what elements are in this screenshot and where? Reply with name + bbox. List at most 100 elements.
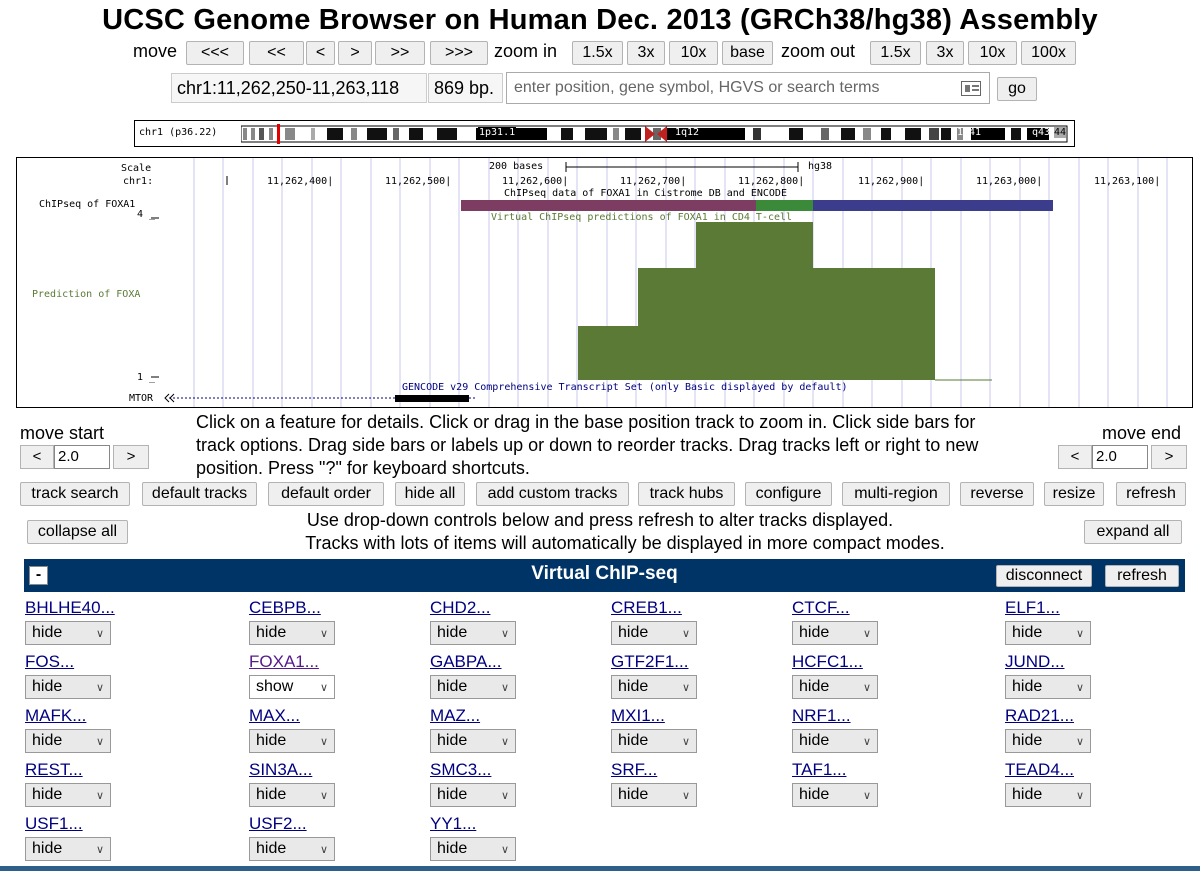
zoom-in-3x-button[interactable]: 3x bbox=[627, 41, 665, 65]
hide-all-button[interactable]: hide all bbox=[395, 482, 465, 506]
add-custom-tracks-button[interactable]: add custom tracks bbox=[476, 482, 629, 506]
track-link[interactable]: REST... bbox=[25, 760, 83, 780]
move-start-right-button[interactable]: > bbox=[113, 445, 149, 469]
track-visibility-select[interactable]: hide ∨ bbox=[611, 729, 697, 753]
refresh-button[interactable]: refresh bbox=[1116, 482, 1186, 506]
expand-all-button[interactable]: expand all bbox=[1084, 520, 1182, 544]
contact-card-icon[interactable] bbox=[961, 81, 981, 96]
move-left-mid-button[interactable]: << bbox=[249, 41, 304, 65]
track-visibility-select[interactable]: hide ∨ bbox=[430, 783, 516, 807]
zoom-in-10x-button[interactable]: 10x bbox=[669, 41, 718, 65]
move-end-input[interactable]: 2.0 bbox=[1092, 445, 1148, 469]
chipseq-track-label[interactable]: ChIPseq of FOXA1 bbox=[39, 199, 135, 210]
track-link[interactable]: CEBPB... bbox=[249, 598, 321, 618]
move-left-far-button[interactable]: <<< bbox=[186, 41, 244, 65]
track-link[interactable]: RAD21... bbox=[1005, 706, 1074, 726]
track-visibility-select[interactable]: hide ∨ bbox=[792, 783, 878, 807]
track-visibility-select[interactable]: hide ∨ bbox=[611, 783, 697, 807]
zoom-out-100x-button[interactable]: 100x bbox=[1021, 41, 1076, 65]
default-order-button[interactable]: default order bbox=[268, 482, 384, 506]
track-visibility-select[interactable]: hide ∨ bbox=[1005, 729, 1091, 753]
track-visibility-select[interactable]: hide ∨ bbox=[25, 783, 111, 807]
track-visibility-select[interactable]: hide ∨ bbox=[792, 621, 878, 645]
track-link[interactable]: MAX... bbox=[249, 706, 300, 726]
resize-button[interactable]: resize bbox=[1044, 482, 1104, 506]
gene-label-mtor[interactable]: MTOR bbox=[129, 393, 153, 404]
track-search-button[interactable]: track search bbox=[20, 482, 130, 506]
track-link[interactable]: CHD2... bbox=[430, 598, 490, 618]
move-left-button[interactable]: < bbox=[306, 41, 335, 65]
track-link[interactable]: JUND... bbox=[1005, 652, 1065, 672]
track-link[interactable]: USF2... bbox=[249, 814, 307, 834]
track-link[interactable]: SIN3A... bbox=[249, 760, 312, 780]
track-visibility-select[interactable]: hide ∨ bbox=[25, 621, 111, 645]
track-visibility-select[interactable]: hide ∨ bbox=[430, 621, 516, 645]
track-link[interactable]: GTF2F1... bbox=[611, 652, 688, 672]
reverse-button[interactable]: reverse bbox=[960, 482, 1034, 506]
move-end-label: move end bbox=[1102, 423, 1182, 443]
track-link[interactable]: FOXA1... bbox=[249, 652, 319, 672]
zoom-out-10x-button[interactable]: 10x bbox=[968, 41, 1017, 65]
track-visibility-select[interactable]: hide ∨ bbox=[25, 837, 111, 861]
track-visibility-select[interactable]: hide ∨ bbox=[430, 729, 516, 753]
tracks-image-panel[interactable]: Scale chr1: 200 bases hg38 11,262,400| 1… bbox=[16, 157, 1193, 408]
group-disconnect-button[interactable]: disconnect bbox=[996, 565, 1092, 587]
track-link[interactable]: MAZ... bbox=[430, 706, 480, 726]
track-visibility-select[interactable]: hide ∨ bbox=[249, 621, 335, 645]
move-right-far-button[interactable]: >>> bbox=[430, 41, 488, 65]
track-visibility-select[interactable]: hide ∨ bbox=[792, 729, 878, 753]
multi-region-button[interactable]: multi-region bbox=[842, 482, 950, 506]
zoom-out-1-5x-button[interactable]: 1.5x bbox=[870, 41, 921, 65]
track-link[interactable]: CREB1... bbox=[611, 598, 682, 618]
move-end-left-button[interactable]: < bbox=[1058, 445, 1092, 469]
group-refresh-button[interactable]: refresh bbox=[1105, 565, 1179, 587]
search-input[interactable]: enter position, gene symbol, HGVS or sea… bbox=[506, 72, 990, 104]
chromosome-ideogram[interactable]: chr1 (p36.22) 1p31.1 1q12 1q41 q43 44 bbox=[134, 120, 1075, 147]
track-link[interactable]: NRF1... bbox=[792, 706, 851, 726]
track-link[interactable]: MAFK... bbox=[25, 706, 86, 726]
track-visibility-select[interactable]: hide ∨ bbox=[611, 621, 697, 645]
track-visibility-select[interactable]: hide ∨ bbox=[611, 675, 697, 699]
chevron-down-icon: ∨ bbox=[319, 682, 328, 694]
track-link[interactable]: TAF1... bbox=[792, 760, 846, 780]
track-visibility-select[interactable]: hide ∨ bbox=[249, 729, 335, 753]
zoom-in-1-5x-button[interactable]: 1.5x bbox=[572, 41, 623, 65]
track-link[interactable]: YY1... bbox=[430, 814, 476, 834]
move-right-button[interactable]: > bbox=[338, 41, 372, 65]
track-visibility-select[interactable]: hide ∨ bbox=[1005, 675, 1091, 699]
track-visibility-select[interactable]: hide ∨ bbox=[25, 729, 111, 753]
track-link[interactable]: SMC3... bbox=[430, 760, 491, 780]
track-hubs-button[interactable]: track hubs bbox=[638, 482, 735, 506]
track-link[interactable]: MXI1... bbox=[611, 706, 665, 726]
track-visibility-select[interactable]: hide ∨ bbox=[792, 675, 878, 699]
track-link[interactable]: CTCF... bbox=[792, 598, 850, 618]
configure-button[interactable]: configure bbox=[745, 482, 832, 506]
prediction-track-label[interactable]: Prediction of FOXA bbox=[32, 289, 164, 300]
track-link[interactable]: BHLHE40... bbox=[25, 598, 115, 618]
band-label-44: 44 bbox=[1054, 127, 1067, 138]
track-link[interactable]: USF1... bbox=[25, 814, 83, 834]
track-link[interactable]: GABPA... bbox=[430, 652, 502, 672]
track-link[interactable]: TEAD4... bbox=[1005, 760, 1074, 780]
go-button[interactable]: go bbox=[997, 77, 1037, 101]
track-visibility-select[interactable]: hide ∨ bbox=[25, 675, 111, 699]
track-visibility-select[interactable]: hide ∨ bbox=[249, 783, 335, 807]
move-start-input[interactable]: 2.0 bbox=[54, 445, 110, 469]
chevron-down-icon: ∨ bbox=[319, 628, 328, 640]
track-visibility-select[interactable]: hide ∨ bbox=[430, 837, 516, 861]
track-link[interactable]: ELF1... bbox=[1005, 598, 1060, 618]
track-visibility-select[interactable]: hide ∨ bbox=[1005, 621, 1091, 645]
move-right-mid-button[interactable]: >> bbox=[375, 41, 425, 65]
track-visibility-select[interactable]: hide ∨ bbox=[430, 675, 516, 699]
move-end-right-button[interactable]: > bbox=[1151, 445, 1187, 469]
track-link[interactable]: HCFC1... bbox=[792, 652, 863, 672]
track-link[interactable]: FOS... bbox=[25, 652, 74, 672]
zoom-out-3x-button[interactable]: 3x bbox=[926, 41, 964, 65]
move-start-left-button[interactable]: < bbox=[20, 445, 54, 469]
track-visibility-select[interactable]: hide ∨ bbox=[1005, 783, 1091, 807]
track-visibility-select[interactable]: show ∨ bbox=[249, 675, 335, 699]
track-visibility-select[interactable]: hide ∨ bbox=[249, 837, 335, 861]
default-tracks-button[interactable]: default tracks bbox=[142, 482, 257, 506]
zoom-base-button[interactable]: base bbox=[722, 41, 773, 65]
track-link[interactable]: SRF... bbox=[611, 760, 657, 780]
